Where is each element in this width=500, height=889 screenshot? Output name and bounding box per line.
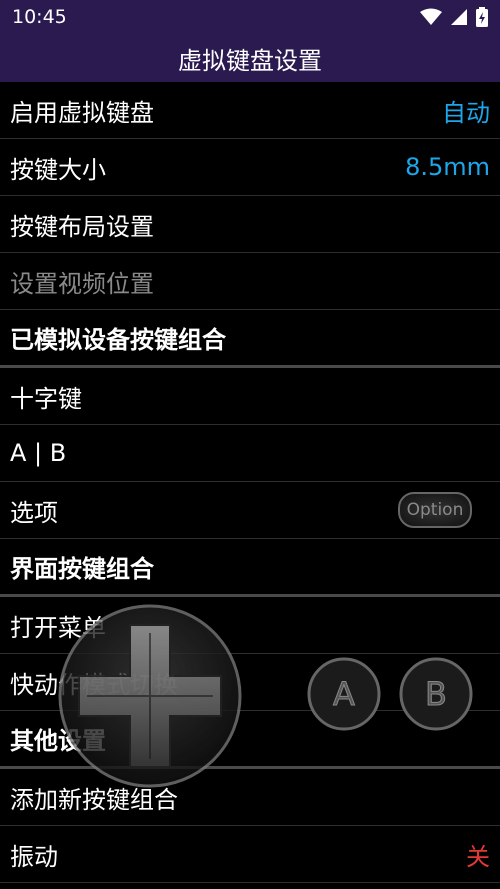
status-bar: 10:45: [0, 0, 500, 34]
setting-vibrate[interactable]: 振动 关: [0, 826, 500, 883]
section-header-ui-combos: 界面按键组合: [0, 539, 500, 597]
wifi-icon: [420, 8, 442, 25]
setting-ab-buttons[interactable]: A | B: [0, 425, 500, 482]
signal-icon: [451, 9, 467, 25]
setting-value: 8.5mm: [405, 153, 490, 181]
b-button-icon[interactable]: B: [399, 657, 473, 731]
setting-label: 按键布局设置: [10, 212, 154, 241]
setting-label: 十字键: [10, 384, 82, 413]
setting-label: 选项: [10, 498, 58, 527]
setting-key-layout[interactable]: 按键布局设置: [0, 196, 500, 253]
section-header-emulated-combos: 已模拟设备按键组合: [0, 310, 500, 368]
option-button[interactable]: Option: [398, 492, 472, 528]
setting-enable-virtual-keyboard[interactable]: 启用虚拟键盘 自动: [0, 82, 500, 139]
section-label: 已模拟设备按键组合: [10, 326, 226, 354]
setting-value: 关: [466, 842, 490, 871]
dpad-icon[interactable]: [57, 603, 243, 789]
setting-label: 按键大小: [10, 155, 106, 184]
setting-value: 自动: [442, 98, 490, 127]
setting-dpad[interactable]: 十字键: [0, 368, 500, 425]
setting-video-position[interactable]: 设置视频位置: [0, 253, 500, 310]
a-button-icon[interactable]: A: [307, 657, 381, 731]
status-time: 10:45: [12, 6, 67, 28]
status-icons: [420, 7, 488, 27]
setting-label: 设置视频位置: [10, 269, 154, 298]
setting-label: A | B: [10, 439, 67, 467]
a-button-label: A: [333, 675, 355, 713]
setting-label: 启用虚拟键盘: [10, 98, 154, 127]
battery-icon: [476, 7, 488, 27]
section-label: 界面按键组合: [10, 555, 154, 583]
setting-key-size[interactable]: 按键大小 8.5mm: [0, 139, 500, 196]
page-title: 虚拟键盘设置: [0, 34, 500, 82]
setting-label: 振动: [10, 842, 58, 871]
b-button-label: B: [425, 675, 447, 713]
setting-option[interactable]: 选项 Option: [0, 482, 500, 539]
